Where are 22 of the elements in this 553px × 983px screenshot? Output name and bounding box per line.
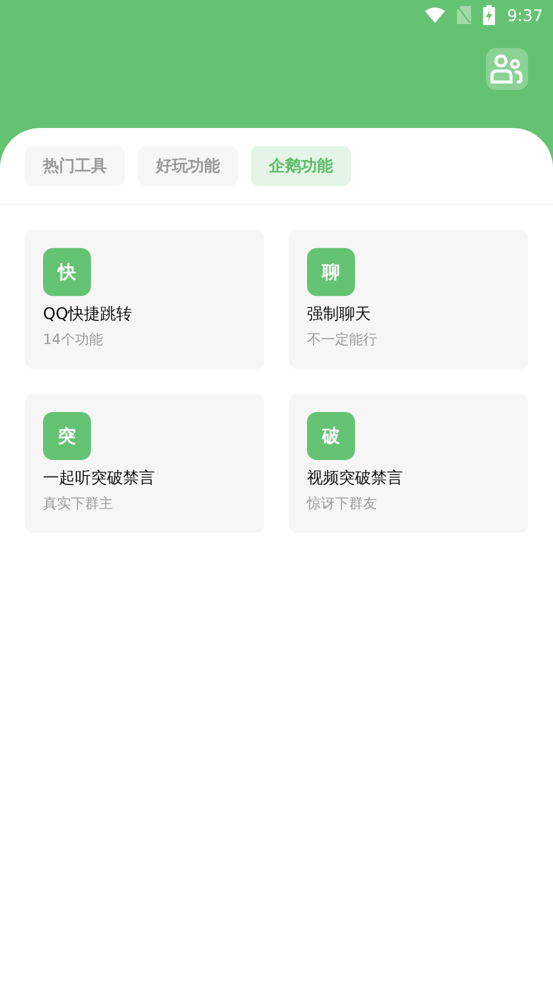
feature-title: QQ快捷跳转 [43,304,132,325]
feature-subtitle: 14个功能 [43,331,103,349]
feature-card[interactable]: 破 视频突破禁言 惊讶下群友 [289,394,528,533]
contacts-button[interactable] [486,48,528,90]
feature-card[interactable]: 突 一起听突破禁言 真实下群主 [25,394,264,533]
feature-icon: 快 [43,248,91,296]
feature-subtitle: 惊讶下群友 [307,495,377,513]
feature-icon: 突 [43,412,91,460]
wifi-icon [425,7,446,23]
feature-title: 视频突破禁言 [307,468,403,489]
feature-icon: 破 [307,412,355,460]
feature-subtitle: 不一定能行 [307,331,377,349]
people-icon [490,54,524,84]
feature-card[interactable]: 快 QQ快捷跳转 14个功能 [25,230,264,369]
feature-subtitle: 真实下群主 [43,495,113,513]
feature-title: 强制聊天 [307,304,371,325]
feature-title: 一起听突破禁言 [43,468,155,489]
no-sim-icon [457,6,472,24]
status-time: 9:37 [507,6,543,24]
battery-charging-icon [483,5,496,25]
feature-icon: 聊 [307,248,355,296]
feature-card[interactable]: 聊 强制聊天 不一定能行 [289,230,528,369]
